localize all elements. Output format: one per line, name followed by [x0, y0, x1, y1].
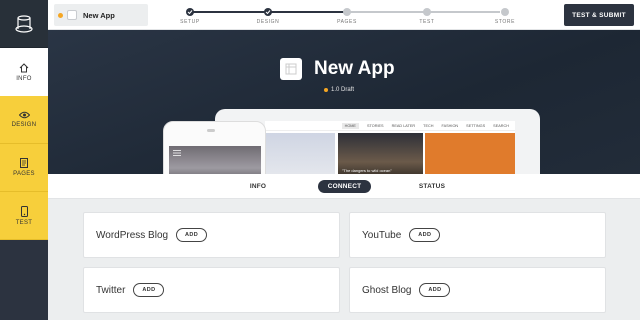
progress-steps: SETUP DESIGN PAGES TEST STORE	[180, 5, 514, 27]
tab-info[interactable]: INFO	[238, 180, 278, 193]
add-button[interactable]: ADD	[419, 283, 451, 297]
add-button[interactable]: ADD	[409, 228, 441, 242]
preview-nav-item: STORIES	[366, 123, 384, 128]
draft-status-dot	[324, 88, 328, 92]
app-thumbnail-icon	[67, 10, 77, 20]
sidebar-item-label: DESIGN	[11, 122, 37, 128]
preview-image	[425, 133, 515, 174]
check-icon	[264, 8, 272, 16]
service-card-twitter: Twitter ADD	[83, 267, 340, 313]
phone-preview	[163, 121, 266, 174]
step-label: DESIGN	[256, 19, 280, 25]
step-setup[interactable]: SETUP	[160, 5, 220, 25]
service-name: Twitter	[96, 284, 126, 296]
sidebar-item-label: PAGES	[13, 171, 35, 177]
step-label: PAGES	[337, 19, 357, 25]
step-dot	[423, 8, 431, 16]
sidebar-item-pages[interactable]: PAGES	[0, 144, 48, 192]
preview-nav: HOME STORIES READ LATER TECH FASHION SET…	[265, 121, 515, 131]
add-button[interactable]: ADD	[133, 283, 165, 297]
service-card-youtube: YouTube ADD	[349, 212, 606, 258]
document-icon	[20, 158, 28, 168]
hamburger-menu-icon	[173, 150, 181, 156]
check-icon	[186, 8, 194, 16]
hero-title-row: New App	[280, 58, 395, 80]
preview-nav-item: FASHION	[441, 123, 459, 128]
draft-status-dot	[58, 12, 63, 18]
sidebar: INFO DESIGN PAGES TEST	[0, 0, 48, 320]
eye-icon	[18, 111, 30, 119]
service-card-wordpress: WordPress Blog ADD	[83, 212, 340, 258]
app-name: New App	[83, 10, 115, 20]
tab-status[interactable]: STATUS	[412, 180, 452, 193]
sidebar-item-label: INFO	[16, 75, 32, 82]
phone-speaker	[207, 129, 215, 132]
top-hat-logo-icon	[15, 14, 33, 33]
test-submit-button[interactable]: TEST & SUBMIT	[564, 4, 634, 26]
service-card-ghost: Ghost Blog ADD	[349, 267, 606, 313]
preview-nav-item: TECH	[423, 123, 434, 128]
app-icon[interactable]	[280, 58, 302, 80]
step-dot	[501, 8, 509, 16]
preview-nav-item: SETTINGS	[466, 123, 486, 128]
grid-icon	[285, 63, 297, 75]
step-design[interactable]: DESIGN	[238, 5, 298, 25]
tablet-screen: HOME STORIES READ LATER TECH FASHION SET…	[265, 121, 515, 174]
preview-image: "The dangers to wild ocean"	[338, 133, 423, 174]
app-selector[interactable]: New App	[54, 4, 148, 26]
app-preview-hero: New App 1.0 Draft HOME STORIES READ LATE…	[48, 30, 640, 174]
step-label: SETUP	[180, 19, 200, 25]
preview-image	[265, 133, 335, 174]
sidebar-item-test[interactable]: TEST	[0, 192, 48, 240]
step-dot	[343, 8, 351, 16]
service-name: WordPress Blog	[96, 229, 169, 241]
preview-nav-item: READ LATER	[391, 123, 416, 128]
mobile-icon	[20, 205, 28, 217]
top-bar: New App SETUP DESIGN PAGES TEST STORE TE…	[48, 0, 640, 30]
service-name: YouTube	[362, 229, 402, 241]
add-button[interactable]: ADD	[176, 228, 208, 242]
preview-caption: "The dangers to wild ocean"	[342, 168, 392, 173]
logo[interactable]	[0, 0, 48, 48]
phone-screen	[169, 146, 261, 174]
sidebar-item-design[interactable]: DESIGN	[0, 96, 48, 144]
step-test[interactable]: TEST	[397, 5, 457, 25]
version-label: 1.0 Draft	[331, 87, 355, 93]
sidebar-item-label: TEST	[15, 219, 33, 226]
preview-nav-item: HOME	[341, 122, 359, 129]
app-title: New App	[314, 58, 395, 79]
step-label: TEST	[419, 19, 435, 25]
version-badge: 1.0 Draft	[324, 87, 354, 93]
app-root: INFO DESIGN PAGES TEST New App SETUP DES…	[0, 0, 640, 320]
step-store[interactable]: STORE	[475, 5, 535, 25]
tab-strip: INFO CONNECT STATUS	[48, 174, 640, 199]
sidebar-item-info[interactable]: INFO	[0, 48, 48, 96]
step-pages[interactable]: PAGES	[317, 5, 377, 25]
step-label: STORE	[494, 19, 516, 25]
service-name: Ghost Blog	[362, 284, 412, 296]
connect-panel: WordPress Blog ADD YouTube ADD Twitter A…	[48, 199, 640, 320]
preview-nav-item: SEARCH	[493, 123, 509, 128]
home-icon	[19, 62, 29, 72]
tab-connect[interactable]: CONNECT	[318, 180, 371, 193]
